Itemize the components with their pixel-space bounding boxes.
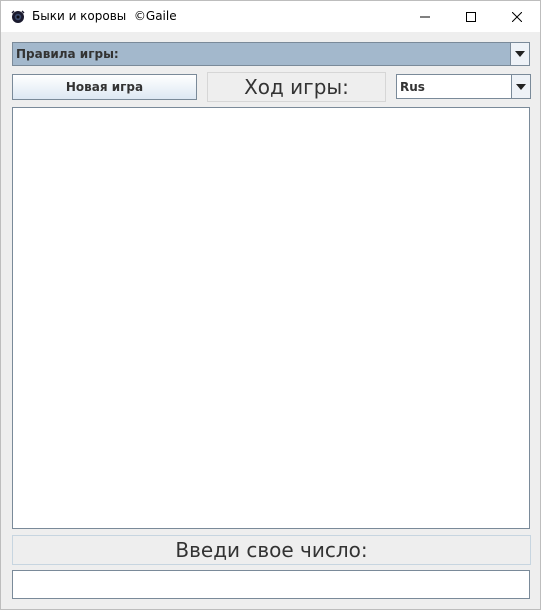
language-dropdown-value: Rus [400,80,425,94]
language-dropdown-arrow[interactable] [511,75,530,98]
window-title: Быки и коровы ©Gaile [32,9,177,23]
title-bar[interactable]: Быки и коровы ©Gaile [1,1,540,32]
rules-dropdown[interactable]: Правила игры: [12,42,530,66]
maximize-icon [466,11,476,22]
game-log-area[interactable] [12,107,530,529]
new-game-button[interactable]: Новая игра [12,74,197,100]
rules-dropdown-arrow[interactable] [510,43,529,65]
bull-icon [11,9,25,23]
close-icon [512,11,522,22]
number-input[interactable] [12,570,530,599]
language-dropdown[interactable]: Rus [396,74,531,99]
chevron-down-icon [516,83,526,90]
close-button[interactable] [494,1,540,32]
minimize-icon [420,16,430,17]
maximize-button[interactable] [448,1,494,32]
app-window: Быки и коровы ©Gaile Правила игры: Новая [0,0,541,610]
turn-label: Ход игры: [207,72,386,102]
rules-dropdown-value: Правила игры: [16,47,119,61]
enter-number-label: Введи свое число: [12,535,531,565]
minimize-button[interactable] [402,1,448,32]
chevron-down-icon [515,51,525,57]
